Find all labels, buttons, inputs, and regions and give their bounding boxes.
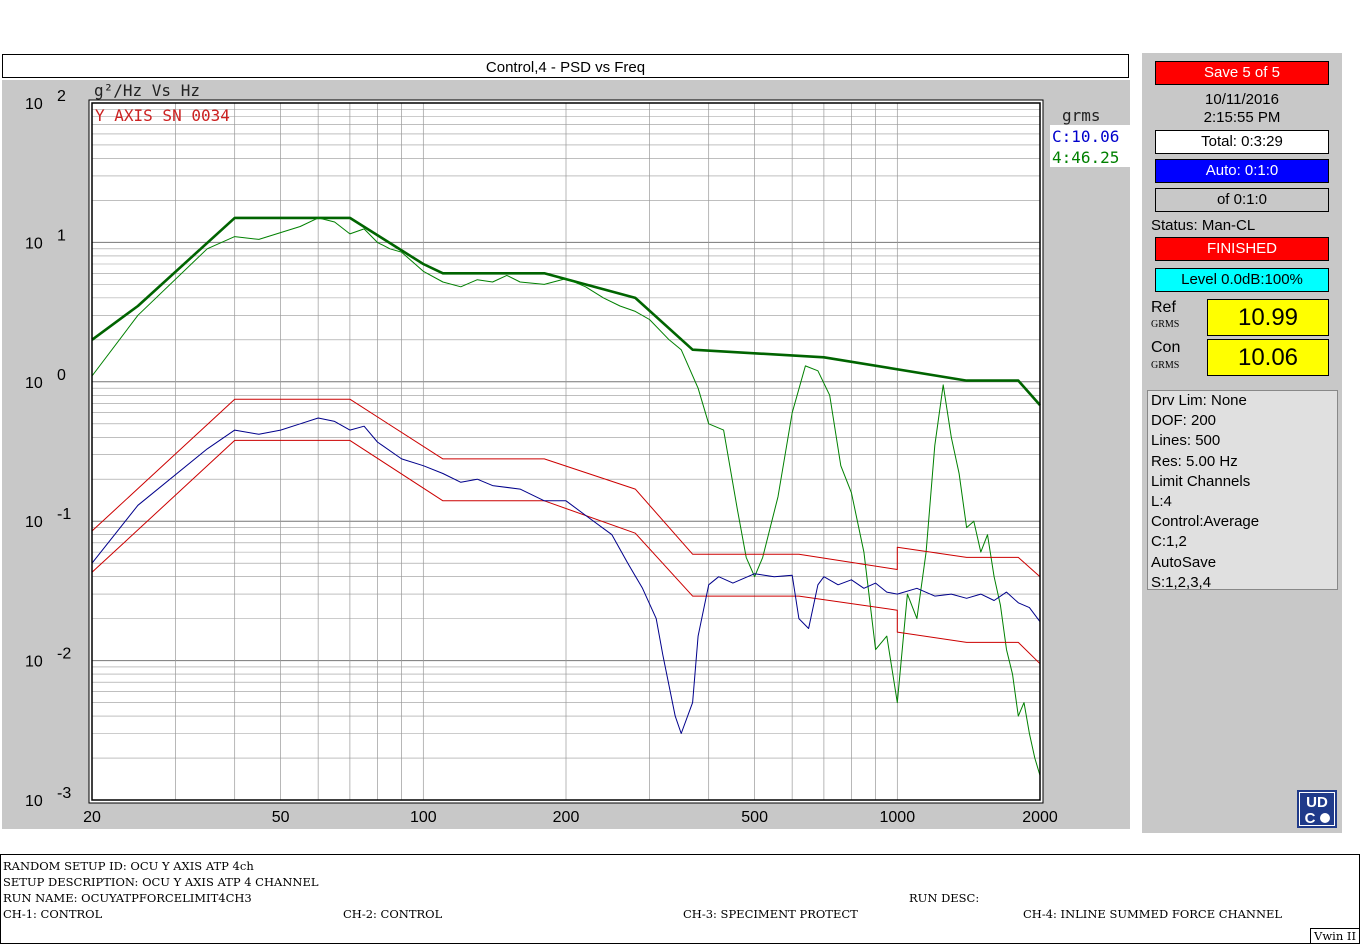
x-tick-label: 50 xyxy=(272,809,290,826)
x-tick-label: 1000 xyxy=(880,809,916,826)
y-axis-label: g²/Hz Vs Hz xyxy=(94,81,200,100)
date-text: 10/11/2016 xyxy=(1205,91,1279,108)
y-tick-exponent: 2 xyxy=(57,88,66,105)
info-box: Drv Lim: None DOF: 200 Lines: 500 Res: 5… xyxy=(1147,390,1338,591)
con-label: Con xyxy=(1151,339,1181,356)
info-line: Lines: 500 xyxy=(1151,432,1221,450)
y-tick-exponent: -1 xyxy=(57,506,71,523)
y-tick-base: 10 xyxy=(25,96,43,113)
psd-chart: 20 50 100 200 500 1000 200010 210 110 010 -110 -210… xyxy=(25,81,1130,826)
info-line: S:1,2,3,4 xyxy=(1151,573,1212,591)
grms-entry: 4:46.25 xyxy=(1052,148,1119,167)
finished-badge: FINISHED xyxy=(1155,237,1329,261)
channel-1: CH-1: CONTROL xyxy=(3,907,103,921)
plot-panel: 20 50 100 200 500 1000 2000 10 2 10 1 10 0 10 -1 10 -2 10… xyxy=(2,80,1130,829)
y-tick-base: 10 xyxy=(25,654,43,671)
x-tick-label: 100 xyxy=(410,809,437,826)
status-text: Status: Man-CL xyxy=(1151,217,1256,234)
chart-title: Control,4 - PSD vs Freq xyxy=(2,54,1129,78)
ref-unit: GRMS xyxy=(1151,319,1180,330)
setup-id: RANDOM SETUP ID: OCU Y AXIS ATP 4ch xyxy=(3,859,254,873)
y-tick-exponent: -2 xyxy=(57,646,71,663)
x-tick-label: 2000 xyxy=(1022,809,1058,826)
logo-text-top: UD xyxy=(1306,794,1328,811)
setup-description: SETUP DESCRIPTION: OCU Y AXIS ATP 4 CHAN… xyxy=(3,875,319,889)
y-tick-exponent: -3 xyxy=(57,785,71,802)
auto-time: Auto: 0:1:0 xyxy=(1155,159,1329,183)
channel-4: CH-4: INLINE SUMMED FORCE CHANNEL xyxy=(1023,907,1283,921)
save-button[interactable]: Save 5 of 5 xyxy=(1155,61,1329,85)
run-desc: RUN DESC: xyxy=(909,891,980,905)
ref-grms-value: 10.99 xyxy=(1207,299,1329,336)
info-line: Res: 5.00 Hz xyxy=(1151,452,1238,470)
grms-entry: C:10.06 xyxy=(1052,127,1119,146)
info-line: L:4 xyxy=(1151,493,1172,511)
y-tick-exponent: 0 xyxy=(57,367,66,384)
info-line: Drv Lim: None xyxy=(1151,392,1247,409)
channel-3: CH-3: SPECIMENT PROTECT xyxy=(683,907,858,921)
y-tick-base: 10 xyxy=(25,514,43,531)
udc-logo: UD C xyxy=(1297,790,1337,828)
y-tick-base: 10 xyxy=(25,235,43,252)
y-tick-exponent: 1 xyxy=(57,227,66,244)
info-line: Control:Average xyxy=(1151,513,1260,531)
y-tick-base: 10 xyxy=(25,375,43,392)
info-line: C:1,2 xyxy=(1151,533,1187,551)
level-indicator: Level 0.0dB:100% xyxy=(1155,268,1329,292)
y-tick-base: 10 xyxy=(25,793,43,810)
info-line: AutoSave xyxy=(1151,553,1217,571)
grms-label: grms xyxy=(1062,106,1101,125)
ref-label: Ref xyxy=(1151,299,1176,316)
of-time: of 0:1:0 xyxy=(1155,188,1329,212)
info-line: Limit Channels xyxy=(1151,472,1251,490)
channel-2: CH-2: CONTROL xyxy=(343,907,443,921)
run-name: RUN NAME: OCUYATPFORCELIMIT4CH3 xyxy=(3,891,252,905)
x-tick-label: 20 xyxy=(83,809,101,826)
time-text: 2:15:55 PM xyxy=(1203,109,1281,126)
vwin-label: Vwin II xyxy=(1310,928,1359,943)
con-grms-value: 10.06 xyxy=(1207,339,1329,376)
logo-text-bottom: C xyxy=(1305,810,1316,827)
con-unit: GRMS xyxy=(1151,360,1180,371)
x-tick-label: 200 xyxy=(553,809,580,826)
info-line: DOF: 200 xyxy=(1151,412,1217,430)
chart-annotation: Y AXIS SN 0034 xyxy=(95,106,230,125)
total-time: Total: 0:3:29 xyxy=(1155,130,1329,154)
run-info-footer: RANDOM SETUP ID: OCU Y AXIS ATP 4ch SETU… xyxy=(0,854,1360,944)
x-tick-label: 500 xyxy=(741,809,768,826)
